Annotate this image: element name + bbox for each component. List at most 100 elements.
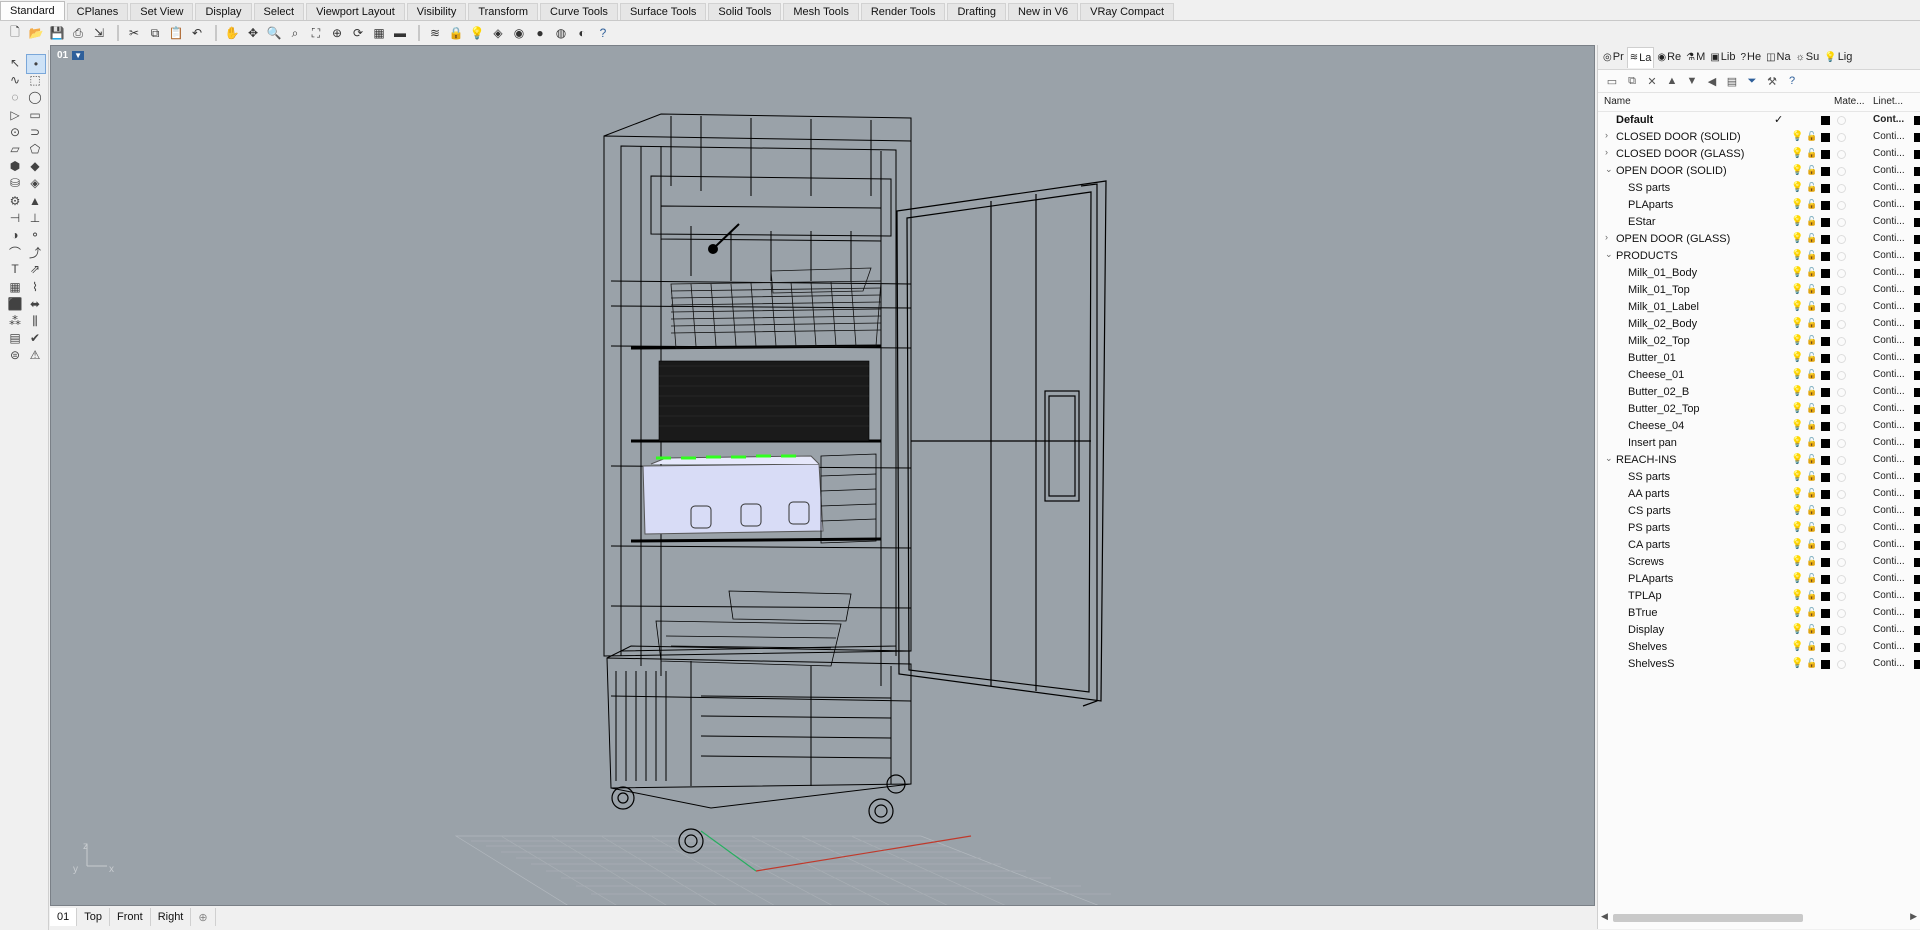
layer-linetype[interactable]: Conti... [1873,454,1905,465]
undo-icon[interactable]: ↶ [188,24,206,42]
dimension-icon[interactable]: ⊣ [6,209,24,227]
layer-row[interactable]: › OPEN DOOR (GLASS) 💡 🔓 Conti... [1598,231,1920,248]
layer-color-swatch[interactable] [1821,235,1830,244]
material-swatch[interactable] [1837,575,1846,584]
visibility-bulb-icon[interactable]: 💡 [1791,573,1803,584]
layer-color-swatch[interactable] [1821,405,1830,414]
visibility-bulb-icon[interactable]: 💡 [1791,369,1803,380]
array-icon[interactable]: ⬌ [26,295,44,313]
material-swatch[interactable] [1837,473,1846,482]
delete-layer-icon[interactable]: ✕ [1644,73,1660,89]
render-icon[interactable]: ● [531,24,549,42]
visibility-bulb-icon[interactable]: 💡 [1791,556,1803,567]
print-color-swatch[interactable] [1914,439,1920,448]
lock-icon[interactable]: 🔓 [1806,624,1817,635]
layer-linetype[interactable]: Conti... [1873,165,1905,176]
ribbon-tab[interactable]: CPlanes [66,3,129,20]
ribbon-tab[interactable]: New in V6 [1007,3,1079,20]
layer-row[interactable]: › CLOSED DOOR (GLASS) 💡 🔓 Conti... [1598,146,1920,163]
layer-color-swatch[interactable] [1821,371,1830,380]
layer-linetype[interactable]: Conti... [1873,318,1905,329]
layer-states-icon[interactable]: ▤ [1724,73,1740,89]
layer-color-swatch[interactable] [1821,150,1830,159]
layer-name[interactable]: CLOSED DOOR (SOLID) [1616,131,1741,143]
material-swatch[interactable] [1837,541,1846,550]
material-swatch[interactable] [1837,201,1846,210]
panel-tab[interactable]: ◎ Pr [1601,47,1626,67]
visibility-bulb-icon[interactable]: 💡 [1791,420,1803,431]
print-color-swatch[interactable] [1914,456,1920,465]
layer-color-swatch[interactable] [1821,558,1830,567]
print-color-swatch[interactable] [1914,592,1920,601]
point-cloud-icon[interactable]: ⚬ [26,226,44,244]
visibility-bulb-icon[interactable]: 💡 [1791,488,1803,499]
layer-name[interactable]: CS parts [1628,505,1671,517]
layer-name[interactable]: Display [1628,624,1664,636]
layer-linetype[interactable]: Conti... [1873,471,1905,482]
new-sublayer-icon[interactable]: ⧉ [1624,73,1640,89]
material-swatch[interactable] [1837,218,1846,227]
layer-name[interactable]: PRODUCTS [1616,250,1678,262]
expand-chevron-icon[interactable]: › [1605,130,1608,140]
layer-name[interactable]: Screws [1628,556,1664,568]
print-color-swatch[interactable] [1914,252,1920,261]
layer-name[interactable]: Shelves [1628,641,1667,653]
visibility-bulb-icon[interactable]: 💡 [1791,199,1803,210]
zoom-selected-icon[interactable]: ⊕ [328,24,346,42]
visibility-bulb-icon[interactable]: 💡 [1791,216,1803,227]
layout-icon[interactable]: ⫼ [26,312,44,330]
visibility-bulb-icon[interactable]: 💡 [1791,250,1803,261]
panel-tab[interactable]: ☼ Su [1794,47,1822,67]
select-icon[interactable]: ↖ [6,54,24,72]
layer-color-swatch[interactable] [1821,184,1830,193]
layer-linetype[interactable]: Conti... [1873,624,1905,635]
layer-name[interactable]: Milk_01_Label [1628,301,1699,313]
layer-row[interactable]: PS parts 💡 🔓 Conti... [1598,520,1920,537]
solid-icon[interactable]: ◆ [26,157,44,175]
layer-color-swatch[interactable] [1821,388,1830,397]
layer-row[interactable]: Butter_02_B 💡 🔓 Conti... [1598,384,1920,401]
perspective-viewport[interactable]: 01 ▼ z y x [50,45,1595,906]
move-view-icon[interactable]: ✥ [244,24,262,42]
layer-row[interactable]: Cheese_04 💡 🔓 Conti... [1598,418,1920,435]
layer-color-swatch[interactable] [1821,286,1830,295]
material-swatch[interactable] [1837,660,1846,669]
print-color-swatch[interactable] [1914,337,1920,346]
print-color-swatch[interactable] [1914,371,1920,380]
filter-icon[interactable]: ⏷ [1744,73,1760,89]
layer-name[interactable]: Milk_02_Top [1628,335,1690,347]
layer-name[interactable]: SS parts [1628,182,1670,194]
layer-row[interactable]: CA parts 💡 🔓 Conti... [1598,537,1920,554]
layer-color-swatch[interactable] [1821,422,1830,431]
layer-name[interactable]: Milk_01_Body [1628,267,1697,279]
layer-row[interactable]: BTrue 💡 🔓 Conti... [1598,605,1920,622]
open-icon[interactable]: 📂 [27,24,45,42]
layer-linetype[interactable]: Conti... [1873,352,1905,363]
lock-icon[interactable]: 🔓 [1806,437,1817,448]
lock-icon[interactable]: 🔓 [1806,165,1817,176]
copy-icon[interactable]: ⧉ [146,24,164,42]
layer-color-swatch[interactable] [1821,541,1830,550]
horizontal-scrollbar[interactable]: ◀ ▶ [1601,911,1917,925]
layer-linetype[interactable]: Conti... [1873,658,1905,669]
pan-icon[interactable]: ✋ [223,24,241,42]
layer-color-swatch[interactable] [1821,626,1830,635]
print-color-swatch[interactable] [1914,184,1920,193]
visibility-bulb-icon[interactable]: 💡 [1791,352,1803,363]
lock-icon[interactable]: 🔓 [1806,573,1817,584]
layer-name[interactable]: BTrue [1628,607,1658,619]
analyze-icon[interactable]: ▤ [6,329,24,347]
lock-icon[interactable]: 🔓 [1806,250,1817,261]
expand-chevron-icon[interactable]: ⌄ [1605,453,1613,464]
layer-linetype[interactable]: Conti... [1873,607,1905,618]
visibility-bulb-icon[interactable]: 💡 [1791,658,1803,669]
lock-icon[interactable]: 🔒 [447,24,465,42]
viewport-tab[interactable]: Right [151,908,192,926]
material-swatch[interactable] [1837,507,1846,516]
layer-name[interactable]: CLOSED DOOR (GLASS) [1616,148,1744,160]
print-color-swatch[interactable] [1914,235,1920,244]
layer-linetype[interactable]: Conti... [1873,641,1905,652]
lock-icon[interactable]: 🔓 [1806,658,1817,669]
layer-linetype[interactable]: Conti... [1873,250,1905,261]
layer-name[interactable]: TPLAp [1628,590,1662,602]
